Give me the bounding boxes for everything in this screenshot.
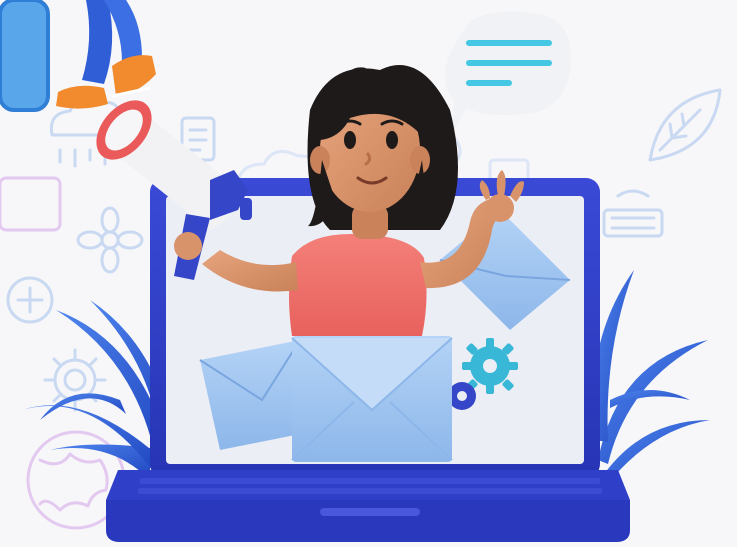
coral-icon bbox=[43, 348, 107, 412]
marketing-illustration bbox=[0, 0, 737, 547]
right-eye bbox=[386, 131, 398, 149]
walking-figure-legs bbox=[0, 0, 156, 112]
speech-bubble-icon bbox=[445, 11, 571, 134]
shoe-left bbox=[56, 85, 108, 109]
left-eye bbox=[344, 131, 356, 149]
plant-left bbox=[22, 300, 170, 480]
plant-right bbox=[592, 270, 710, 486]
plus-icon bbox=[6, 276, 54, 324]
shirt bbox=[289, 234, 427, 336]
illustration-canvas bbox=[0, 0, 722, 542]
ok-hand bbox=[486, 194, 514, 222]
leaf-icon bbox=[648, 88, 722, 162]
left-hand bbox=[174, 232, 202, 260]
flower-icon bbox=[76, 206, 144, 274]
envelope-icon-front bbox=[291, 336, 453, 462]
keyboard-icon bbox=[602, 189, 664, 238]
